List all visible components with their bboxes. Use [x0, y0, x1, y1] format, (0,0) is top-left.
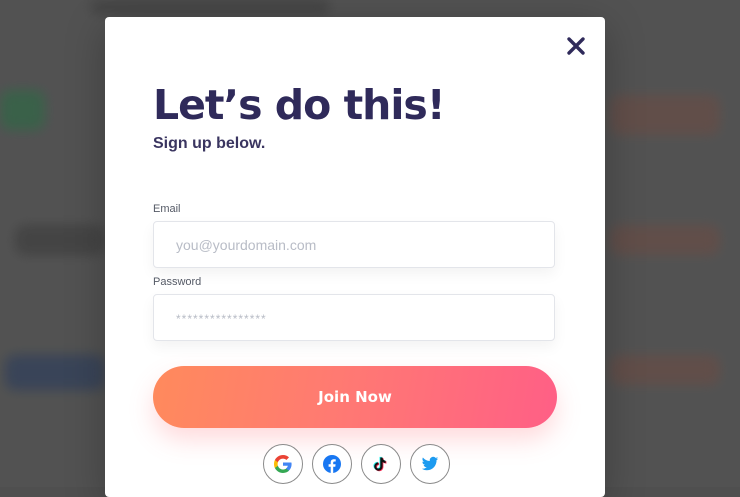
twitter-icon	[421, 456, 439, 471]
tiktok-login-button[interactable]	[361, 444, 401, 484]
twitter-login-button[interactable]	[410, 444, 450, 484]
email-label: Email	[153, 203, 181, 215]
modal-subtitle: Sign up below.	[153, 135, 266, 152]
join-now-button[interactable]: Join Now	[153, 366, 557, 428]
google-icon	[274, 455, 292, 473]
google-login-button[interactable]	[263, 444, 303, 484]
tiktok-icon	[373, 456, 387, 472]
email-field[interactable]	[174, 235, 554, 254]
password-label: Password	[153, 276, 202, 288]
password-field[interactable]	[174, 308, 554, 327]
social-login-row	[263, 444, 450, 484]
facebook-login-button[interactable]	[312, 444, 352, 484]
signup-modal: Let’s do this! Sign up below. Email Pass…	[105, 17, 605, 497]
facebook-icon	[323, 455, 341, 473]
password-field-box	[153, 294, 555, 341]
close-icon	[567, 37, 585, 55]
close-button[interactable]	[565, 35, 587, 57]
modal-title: Let’s do this!	[153, 81, 446, 129]
email-field-box	[153, 221, 555, 268]
